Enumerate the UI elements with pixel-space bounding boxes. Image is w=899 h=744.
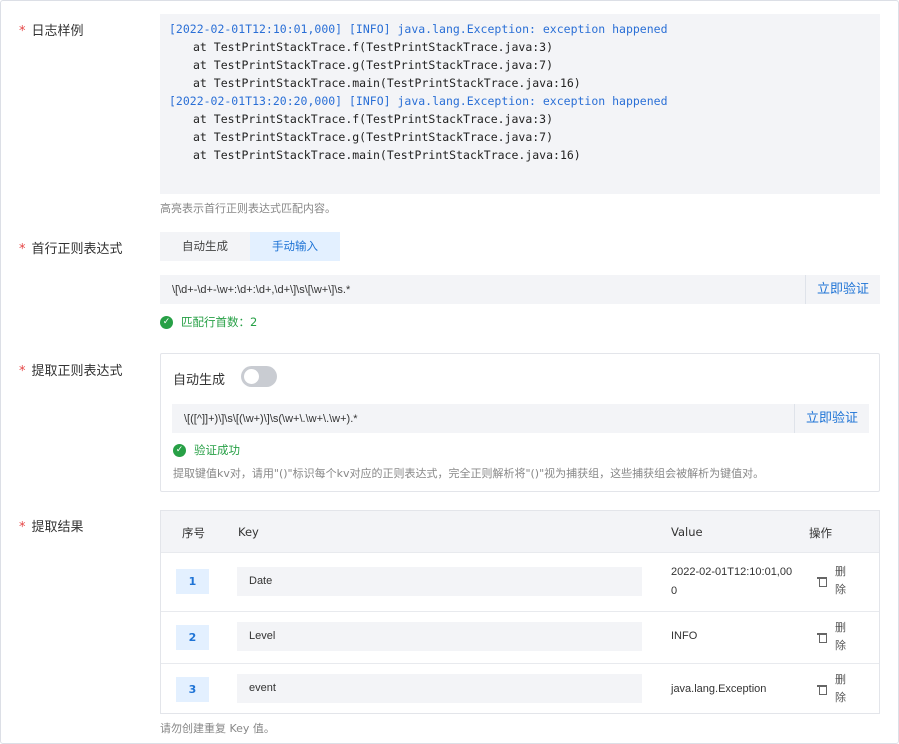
- key-input[interactable]: Level: [237, 622, 642, 651]
- delete-button[interactable]: 删除: [817, 619, 847, 655]
- row-index: 2: [176, 625, 209, 650]
- value-cell: INFO: [671, 630, 698, 642]
- extract-regex-row: 立即验证: [172, 404, 869, 433]
- log-line: [2022-02-01T13:20:20,000] [INFO] java.la…: [169, 94, 668, 108]
- extract-verify-status: ✓ 验证成功: [173, 442, 240, 458]
- col-action: 操作: [809, 526, 832, 540]
- first-line-match-status: ✓ 匹配行首数：2: [160, 314, 257, 330]
- col-index: 序号: [182, 526, 205, 540]
- extract-regex-label: * 提取正则表达式: [19, 364, 123, 379]
- extract-regex-hint: 提取键值kv对，请用"()"标识每个kv对应的正则表达式，完全正则解析将"()"…: [173, 467, 765, 480]
- row-index: 1: [176, 569, 209, 594]
- tab-manual-input[interactable]: 手动输入: [250, 232, 340, 261]
- log-line: at TestPrintStackTrace.g(TestPrintStackT…: [193, 130, 554, 144]
- extract-regex-input[interactable]: [172, 404, 794, 433]
- log-line: at TestPrintStackTrace.main(TestPrintSta…: [193, 76, 581, 90]
- check-circle-icon: ✓: [160, 315, 173, 329]
- trash-icon: [817, 684, 827, 695]
- first-line-regex-row: 立即验证: [160, 275, 880, 304]
- first-line-regex-input[interactable]: [160, 275, 805, 304]
- extract-result-label: * 提取结果: [19, 520, 84, 535]
- table-header: 序号 Key Value 操作: [161, 511, 879, 552]
- table-row: 1 Date 2022-02-01T12:10:01,000 删除: [161, 552, 879, 611]
- log-line: at TestPrintStackTrace.f(TestPrintStackT…: [193, 112, 554, 126]
- regex-mode-tabs: 自动生成 手动输入: [160, 232, 340, 261]
- trash-icon: [817, 632, 827, 643]
- row-index: 3: [176, 677, 209, 702]
- log-sample-label: * 日志样例: [19, 24, 84, 39]
- extract-result-hint: 请勿创建重复 Key 值。: [160, 722, 275, 735]
- delete-label: 删除: [835, 565, 846, 596]
- log-sample-hint: 高亮表示首行正则表达式匹配内容。: [160, 202, 336, 215]
- delete-label: 删除: [835, 621, 846, 652]
- first-line-regex-label: * 首行正则表达式: [19, 242, 123, 257]
- extract-regex-panel: 自动生成 立即验证 ✓ 验证成功 提取键值kv对，请用"()"标识每个kv对应的…: [160, 353, 880, 492]
- delete-button[interactable]: 删除: [817, 563, 847, 599]
- auto-generate-toggle[interactable]: [241, 366, 277, 387]
- key-input[interactable]: event: [237, 674, 642, 703]
- log-line: at TestPrintStackTrace.g(TestPrintStackT…: [193, 58, 554, 72]
- value-cell: 2022-02-01T12:10:01,000: [671, 566, 793, 597]
- log-line: [2022-02-01T12:10:01,000] [INFO] java.la…: [169, 22, 668, 36]
- delete-label: 删除: [835, 673, 846, 704]
- first-line-verify-button[interactable]: 立即验证: [804, 275, 880, 304]
- col-key: Key: [238, 525, 259, 539]
- verify-success-text: 验证成功: [194, 443, 240, 457]
- key-input[interactable]: Date: [237, 567, 642, 596]
- auto-generate-label: 自动生成: [173, 373, 226, 388]
- extract-verify-button[interactable]: 立即验证: [793, 404, 869, 433]
- trash-icon: [817, 576, 827, 587]
- log-sample-box[interactable]: [2022-02-01T12:10:01,000] [INFO] java.la…: [160, 14, 880, 194]
- match-count-text: 匹配行首数：2: [181, 315, 258, 329]
- table-row: 3 event java.lang.Exception 删除: [161, 663, 879, 715]
- log-line: at TestPrintStackTrace.f(TestPrintStackT…: [193, 40, 554, 54]
- form-panel: * 日志样例 [2022-02-01T12:10:01,000] [INFO] j…: [0, 0, 899, 744]
- extract-result-table: 序号 Key Value 操作 1 Date 2022-02-01T12:10:…: [160, 510, 880, 714]
- check-circle-icon: ✓: [173, 443, 186, 457]
- delete-button[interactable]: 删除: [817, 671, 847, 707]
- col-value: Value: [671, 525, 703, 539]
- value-cell: java.lang.Exception: [671, 683, 767, 695]
- tab-auto-generate[interactable]: 自动生成: [160, 232, 250, 261]
- table-row: 2 Level INFO 删除: [161, 611, 879, 663]
- log-line: at TestPrintStackTrace.main(TestPrintSta…: [193, 148, 581, 162]
